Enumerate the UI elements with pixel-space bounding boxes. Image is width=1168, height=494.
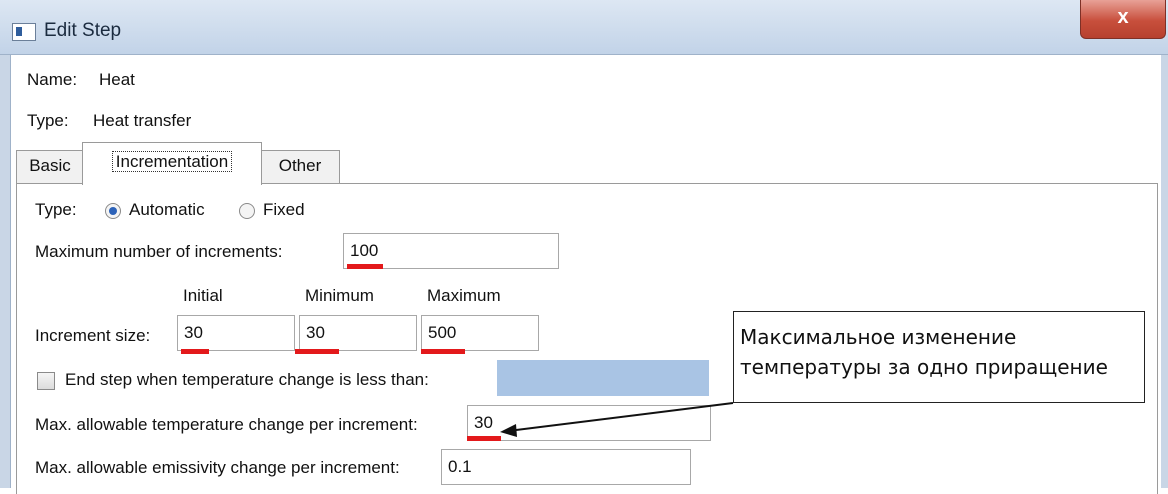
annotation-arrow — [500, 402, 734, 437]
tab-incrementation-label: Incrementation — [111, 151, 233, 172]
tab-incrementation[interactable]: Incrementation — [82, 142, 262, 185]
edit-step-dialog: Edit Step x Name: Heat Type: Heat transf… — [0, 0, 1168, 494]
